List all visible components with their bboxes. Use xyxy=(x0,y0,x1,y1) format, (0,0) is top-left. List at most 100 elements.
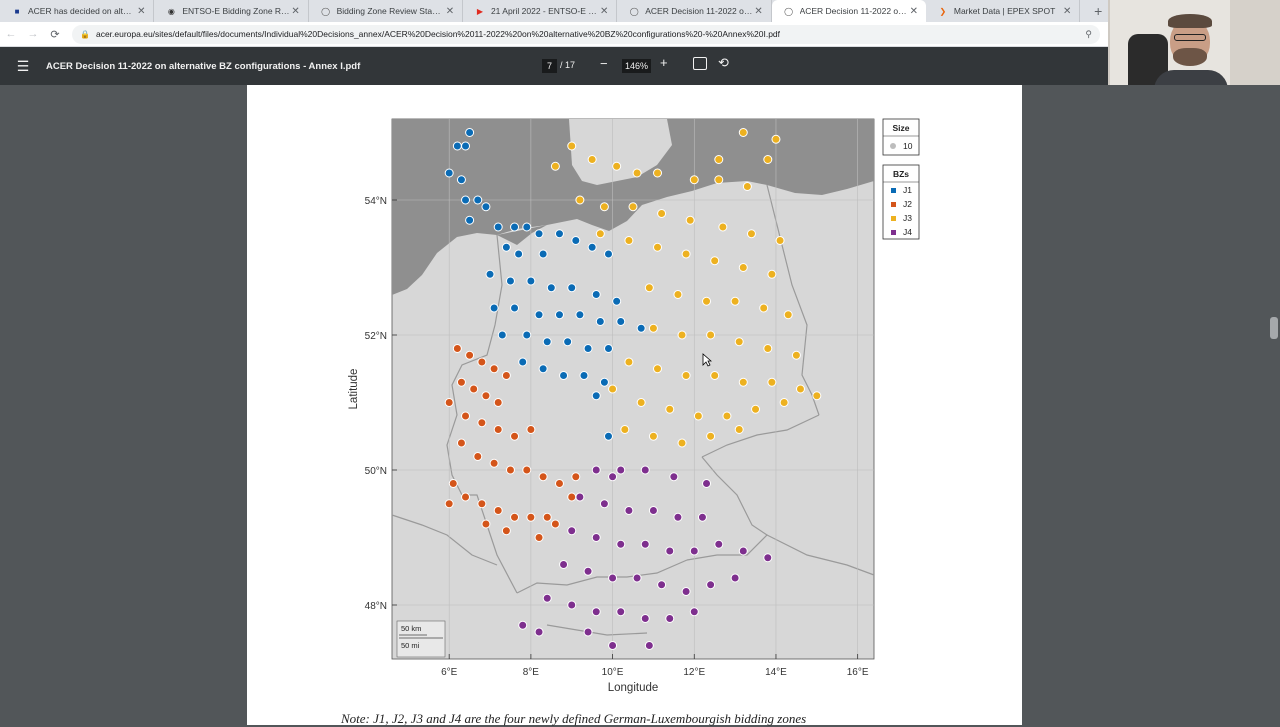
point-j4 xyxy=(624,506,634,515)
point-j1 xyxy=(526,276,536,286)
point-j3 xyxy=(575,195,585,205)
page-number-input[interactable]: 7 xyxy=(542,59,557,73)
globe-favicon-icon: ◯ xyxy=(629,6,639,16)
point-j3 xyxy=(714,175,724,185)
rotate-icon[interactable]: ⟲ xyxy=(718,55,729,71)
point-j1 xyxy=(587,242,597,252)
zoom-in-button[interactable]: + xyxy=(660,55,668,70)
point-j3 xyxy=(734,425,744,434)
legend-marker-j4 xyxy=(891,230,896,235)
point-j2 xyxy=(510,512,520,522)
point-j4 xyxy=(702,479,712,488)
legend-marker-j3 xyxy=(891,216,896,221)
url-omnibox[interactable]: 🔒 acer.europa.eu/sites/default/files/doc… xyxy=(72,24,1100,44)
point-j2 xyxy=(493,398,503,407)
new-tab-button[interactable]: + xyxy=(1080,0,1108,22)
point-j2 xyxy=(550,519,560,529)
close-tab-icon[interactable]: ✕ xyxy=(598,6,610,17)
tab-title: ENTSO-E Bidding Zone Review S xyxy=(182,6,290,16)
forward-arrow-icon[interactable]: → xyxy=(22,28,44,40)
point-j3 xyxy=(746,229,756,239)
y-tick-label: 54°N xyxy=(365,196,387,207)
zoom-lens-icon[interactable]: ⚲ xyxy=(1085,29,1092,40)
point-j1 xyxy=(518,357,528,367)
close-tab-icon[interactable]: ✕ xyxy=(290,6,302,17)
point-j1 xyxy=(461,141,471,151)
close-tab-icon[interactable]: ✕ xyxy=(135,6,147,17)
point-j2 xyxy=(571,472,581,482)
x-tick-label: 12°E xyxy=(683,667,705,678)
point-j3 xyxy=(636,398,646,407)
zoom-out-button[interactable]: − xyxy=(600,56,608,71)
plus-icon: + xyxy=(1094,3,1103,19)
point-j1 xyxy=(603,249,613,259)
point-j3 xyxy=(653,168,663,178)
close-tab-icon[interactable]: ✕ xyxy=(753,6,765,17)
point-j2 xyxy=(505,465,515,475)
point-j2 xyxy=(493,506,503,515)
legend-label-j3: J3 xyxy=(903,213,912,223)
reload-icon[interactable]: ⟳ xyxy=(44,28,66,41)
point-j1 xyxy=(522,222,532,232)
x-tick-label: 16°E xyxy=(847,667,869,678)
point-j3 xyxy=(767,269,777,279)
point-j3 xyxy=(710,256,720,266)
point-j1 xyxy=(505,276,515,286)
point-j3 xyxy=(677,330,687,340)
pdf-viewer[interactable]: 6°E 8°E 10°E 12°E 14°E 16°E 48°N 50°N 52°N 54°N … xyxy=(0,85,1280,726)
legend-label-j2: J2 xyxy=(903,199,912,209)
point-j1 xyxy=(546,283,556,293)
point-j1 xyxy=(510,222,520,232)
point-j3 xyxy=(681,249,691,259)
point-j2 xyxy=(477,357,487,367)
point-j3 xyxy=(791,350,801,360)
point-j1 xyxy=(522,330,532,340)
point-j3 xyxy=(624,236,634,245)
point-j3 xyxy=(763,344,773,353)
point-j3 xyxy=(783,310,793,320)
url-text[interactable]: acer.europa.eu/sites/default/files/docum… xyxy=(96,29,780,39)
browser-tab[interactable]: ◯ ACER Decision 11-2022 on alter✕ xyxy=(617,0,772,22)
back-arrow-icon[interactable]: ← xyxy=(0,28,22,40)
entsoe-favicon-icon: ◉ xyxy=(167,6,175,16)
epex-favicon-icon: ❯ xyxy=(939,6,947,16)
browser-tab[interactable]: ❯ Market Data | EPEX SPOT ✕ xyxy=(926,0,1081,22)
x-tick-label: 8°E xyxy=(523,667,540,678)
close-tab-icon[interactable]: ✕ xyxy=(908,6,920,17)
close-tab-icon[interactable]: ✕ xyxy=(1061,6,1073,17)
point-j2 xyxy=(501,371,511,380)
fit-to-page-icon[interactable] xyxy=(693,57,707,70)
browser-tab[interactable]: ◯ ACER Decision 11-2022 on alter✕ xyxy=(771,0,926,22)
point-j3 xyxy=(693,411,703,421)
close-tab-icon[interactable]: ✕ xyxy=(444,6,456,17)
zoom-level-input[interactable]: 146% xyxy=(622,59,651,73)
point-j4 xyxy=(644,641,654,650)
point-j4 xyxy=(681,587,691,596)
scrollbar-thumb[interactable] xyxy=(1270,317,1278,339)
point-j3 xyxy=(779,398,789,407)
point-j3 xyxy=(795,384,805,394)
point-j2 xyxy=(510,431,520,441)
legend-size-title: Size xyxy=(892,123,909,133)
point-j3 xyxy=(771,134,781,144)
point-j1 xyxy=(473,195,483,205)
browser-tab[interactable]: ▶ 21 April 2022 - ENTSO-E Bidding✕ xyxy=(463,0,618,22)
point-j1 xyxy=(485,269,495,279)
browser-tab[interactable]: ◉ ENTSO-E Bidding Zone Review S✕ xyxy=(154,0,309,22)
point-j4 xyxy=(697,512,707,522)
point-j1 xyxy=(489,303,499,313)
browser-tab[interactable]: ◯ Bidding Zone Review Stakeholde✕ xyxy=(309,0,463,22)
legend-marker-j1 xyxy=(891,188,896,193)
point-j2 xyxy=(461,411,471,421)
menu-icon[interactable]: ☰ xyxy=(0,58,46,75)
point-j1 xyxy=(497,330,507,340)
tab-title: Market Data | EPEX SPOT xyxy=(953,6,1056,16)
point-j4 xyxy=(763,553,773,563)
point-j3 xyxy=(710,371,720,380)
y-axis-label: Latitude xyxy=(348,369,360,410)
scale-mi: 50 mi xyxy=(401,641,420,650)
point-j3 xyxy=(812,391,822,401)
point-j3 xyxy=(628,202,638,212)
browser-tab[interactable]: ■ ACER has decided on alternative✕ xyxy=(0,0,155,22)
point-j3 xyxy=(751,404,761,414)
